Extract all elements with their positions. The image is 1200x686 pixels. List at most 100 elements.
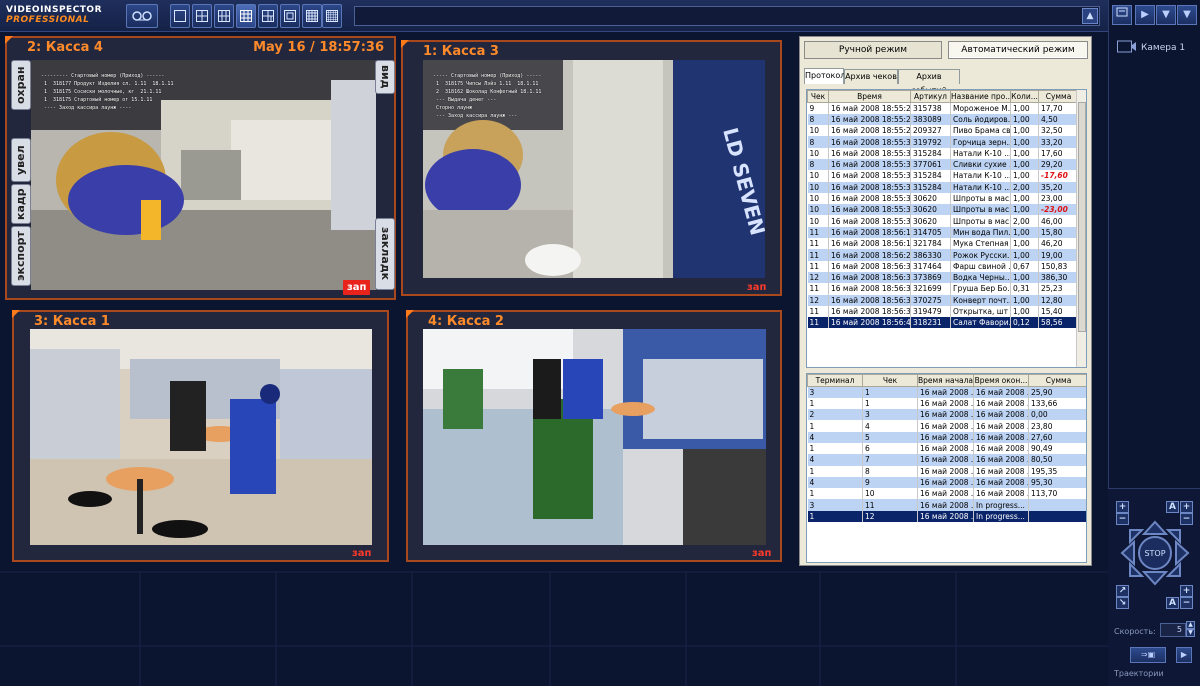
tab-checks-archive[interactable]: Архив чеков: [844, 69, 898, 84]
check-row[interactable]: 1 10 16 май 2008 ... 16 май 2008 ... 113,70: [807, 488, 1086, 500]
layout-25-button[interactable]: [322, 4, 342, 28]
auto-minus-button[interactable]: −: [1180, 597, 1193, 609]
layout-13-button[interactable]: [280, 4, 300, 28]
column-header[interactable]: Время начала: [917, 374, 974, 387]
check-row[interactable]: 1 1 16 май 2008 ... 16 май 2008 ... 133,66: [807, 397, 1086, 410]
speed-up-icon[interactable]: ▲: [1186, 621, 1195, 629]
protocol-row[interactable]: 11 16 май 2008 18:56:17 314705 Мин вода Пил…: [807, 226, 1079, 239]
camera-tile-kassa2[interactable]: 4: Касса 2 зап: [406, 310, 782, 562]
record-trajectory-button[interactable]: ⇒▣: [1130, 647, 1166, 663]
camera-tile-kassa1[interactable]: 3: Касса 1 зап: [12, 310, 389, 562]
tape-button[interactable]: [126, 4, 158, 28]
camera-video[interactable]: [30, 329, 372, 545]
column-header[interactable]: Сумма: [1038, 90, 1079, 103]
protocol-row[interactable]: 8 16 май 2008 18:55:31 377061 Сливки сухие …: [807, 158, 1079, 171]
dropdown-button[interactable]: ▼: [1156, 5, 1176, 25]
camera-tile-kassa4[interactable]: 2: Касса 4 May 16 / 18:57:36 --------- С…: [5, 36, 396, 300]
play-trajectory-button[interactable]: ▶: [1176, 647, 1192, 663]
record-label[interactable]: зап: [747, 282, 766, 293]
column-header[interactable]: Чек: [807, 90, 829, 103]
protocol-row[interactable]: 10 16 май 2008 18:55:29 209327 Пиво Брама с…: [807, 125, 1079, 137]
column-header[interactable]: Время окон...: [973, 374, 1029, 387]
layout-1-button[interactable]: [170, 4, 190, 28]
column-header[interactable]: Время: [828, 90, 911, 103]
record-label[interactable]: зап: [752, 548, 771, 559]
focus-up-button[interactable]: A: [1166, 501, 1179, 513]
pan-down-icon[interactable]: [1141, 571, 1169, 586]
focus-plus-button[interactable]: +: [1180, 501, 1193, 513]
check-row[interactable]: 1 6 16 май 2008 ... 16 май 2008 ... 90,49: [807, 442, 1086, 455]
column-header[interactable]: Коли...: [1010, 90, 1039, 103]
auto-button[interactable]: A: [1166, 597, 1179, 609]
layout-10-button[interactable]: [258, 4, 278, 28]
protocol-row[interactable]: 11 16 май 2008 18:56:36 321699 Груша Бер Бо…: [807, 283, 1079, 295]
check-row[interactable]: 4 5 16 май 2008 ... 16 май 2008 ... 27,60: [807, 431, 1086, 443]
tab-frame[interactable]: кадр: [11, 184, 31, 224]
record-label[interactable]: зап: [352, 548, 371, 559]
camera-1-label[interactable]: Камера 1: [1141, 43, 1185, 53]
ptz-joystick[interactable]: STOP: [1120, 520, 1190, 586]
address-field[interactable]: ▲: [354, 6, 1100, 26]
tab-zoom[interactable]: увел: [11, 138, 31, 182]
protocol-row[interactable]: 11 16 май 2008 18:56:31 317464 Фарш свиной …: [807, 260, 1079, 272]
pan-up-left-icon[interactable]: [1129, 529, 1145, 545]
camera-tile-kassa3[interactable]: 1: Касса 3 LD SEVEN ----- Стартовый номе…: [401, 40, 782, 296]
protocol-row[interactable]: 8 16 май 2008 18:55:30 319792 Горчица зерн.…: [807, 136, 1079, 148]
layout-9-button[interactable]: [236, 4, 256, 28]
speed-input[interactable]: 5: [1160, 623, 1186, 637]
column-header[interactable]: Название про...: [950, 90, 1011, 103]
iris-open-button[interactable]: ↗: [1116, 585, 1129, 597]
protocol-scrollbar[interactable]: [1076, 90, 1086, 367]
column-header[interactable]: Сумма: [1028, 374, 1086, 387]
tab-guard[interactable]: охран: [11, 60, 31, 110]
protocol-row[interactable]: 12 16 май 2008 18:56:33 373869 Водка Черны.…: [807, 271, 1079, 284]
scroll-thumb[interactable]: [1078, 102, 1086, 332]
record-badge[interactable]: зап: [343, 280, 371, 295]
layout-6-button[interactable]: [214, 4, 234, 28]
auto-mode-button[interactable]: Автоматический режим: [948, 41, 1088, 59]
check-row[interactable]: 2 3 16 май 2008 ... 16 май 2008 ... 0,00: [807, 409, 1086, 421]
tab-bookmark[interactable]: закладк: [375, 218, 395, 290]
protocol-row[interactable]: 11 16 май 2008 18:56:26 386330 Рожок Русски…: [807, 249, 1079, 261]
speed-down-icon[interactable]: ▼: [1186, 629, 1195, 637]
protocol-row[interactable]: 11 16 май 2008 18:56:41 318231 Салат Фавори…: [807, 317, 1079, 329]
column-header[interactable]: Чек: [862, 374, 918, 387]
check-row[interactable]: 1 8 16 май 2008 ... 16 май 2008 ... 195,35: [807, 465, 1086, 477]
layout-4-button[interactable]: [192, 4, 212, 28]
protocol-row[interactable]: 10 16 май 2008 18:55:36 30620 Шпроты в мас.…: [807, 192, 1079, 205]
pan-right-icon[interactable]: [1175, 539, 1190, 567]
pan-down-left-icon[interactable]: [1129, 561, 1145, 577]
protocol-row[interactable]: 10 16 май 2008 18:55:33 315284 Натали К-10 …: [807, 181, 1079, 193]
camera-video[interactable]: [423, 329, 766, 545]
tab-view[interactable]: вид: [375, 60, 395, 94]
dropdown-button-2[interactable]: ▼: [1177, 5, 1197, 25]
protocol-row[interactable]: 10 16 май 2008 18:55:38 30620 Шпроты в мас.…: [807, 204, 1079, 216]
protocol-row[interactable]: 10 16 май 2008 18:55:31 315284 Натали К-10 …: [807, 147, 1079, 159]
tab-export[interactable]: экспорт: [11, 226, 31, 286]
zoom-in-button[interactable]: +: [1116, 501, 1129, 513]
pan-down-right-icon[interactable]: [1165, 561, 1181, 577]
protocol-row[interactable]: 8 16 май 2008 18:55:28 383089 Соль йодиров.…: [807, 113, 1079, 126]
column-header[interactable]: Артикул: [910, 90, 951, 103]
manual-mode-button[interactable]: Ручной режим: [804, 41, 942, 59]
protocol-row[interactable]: 11 16 май 2008 18:56:19 321784 Мука Степная…: [807, 238, 1079, 250]
column-header[interactable]: Терминал: [807, 374, 863, 387]
tab-protocol[interactable]: Протокол: [804, 68, 845, 84]
protocol-row[interactable]: 10 16 май 2008 18:55:33 315284 Натали К-10 …: [807, 170, 1079, 182]
pan-left-icon[interactable]: [1120, 539, 1135, 567]
check-row[interactable]: 1 4 16 май 2008 ... 16 май 2008 ... 23,80: [807, 420, 1086, 432]
camera-video[interactable]: LD SEVEN ----- Стартовый номер (Приход) …: [423, 60, 765, 278]
pan-up-icon[interactable]: [1141, 520, 1169, 535]
check-row[interactable]: 4 9 16 май 2008 ... 16 май 2008 ... 95,30: [807, 476, 1086, 489]
play-button[interactable]: ▶: [1135, 5, 1155, 25]
pan-up-right-icon[interactable]: [1165, 529, 1181, 545]
tab-events-archive[interactable]: Архив событий: [898, 69, 960, 95]
protocol-row[interactable]: 12 16 май 2008 18:56:37 370275 Конверт почт…: [807, 294, 1079, 306]
camera-video[interactable]: --------- Стартовый номер (Приход) -----…: [31, 60, 376, 290]
layout-16-button[interactable]: [302, 4, 322, 28]
check-row[interactable]: 3 1 16 май 2008 ... 16 май 2008 ... 25,90: [807, 386, 1086, 398]
check-row[interactable]: 4 7 16 май 2008 ... 16 май 2008 ... 80,50: [807, 454, 1086, 466]
auto-plus-button[interactable]: +: [1180, 585, 1193, 597]
check-row[interactable]: 1 12 16 май 2008 ... In progress...: [807, 510, 1086, 523]
address-scroll-up-icon[interactable]: ▲: [1082, 8, 1098, 24]
